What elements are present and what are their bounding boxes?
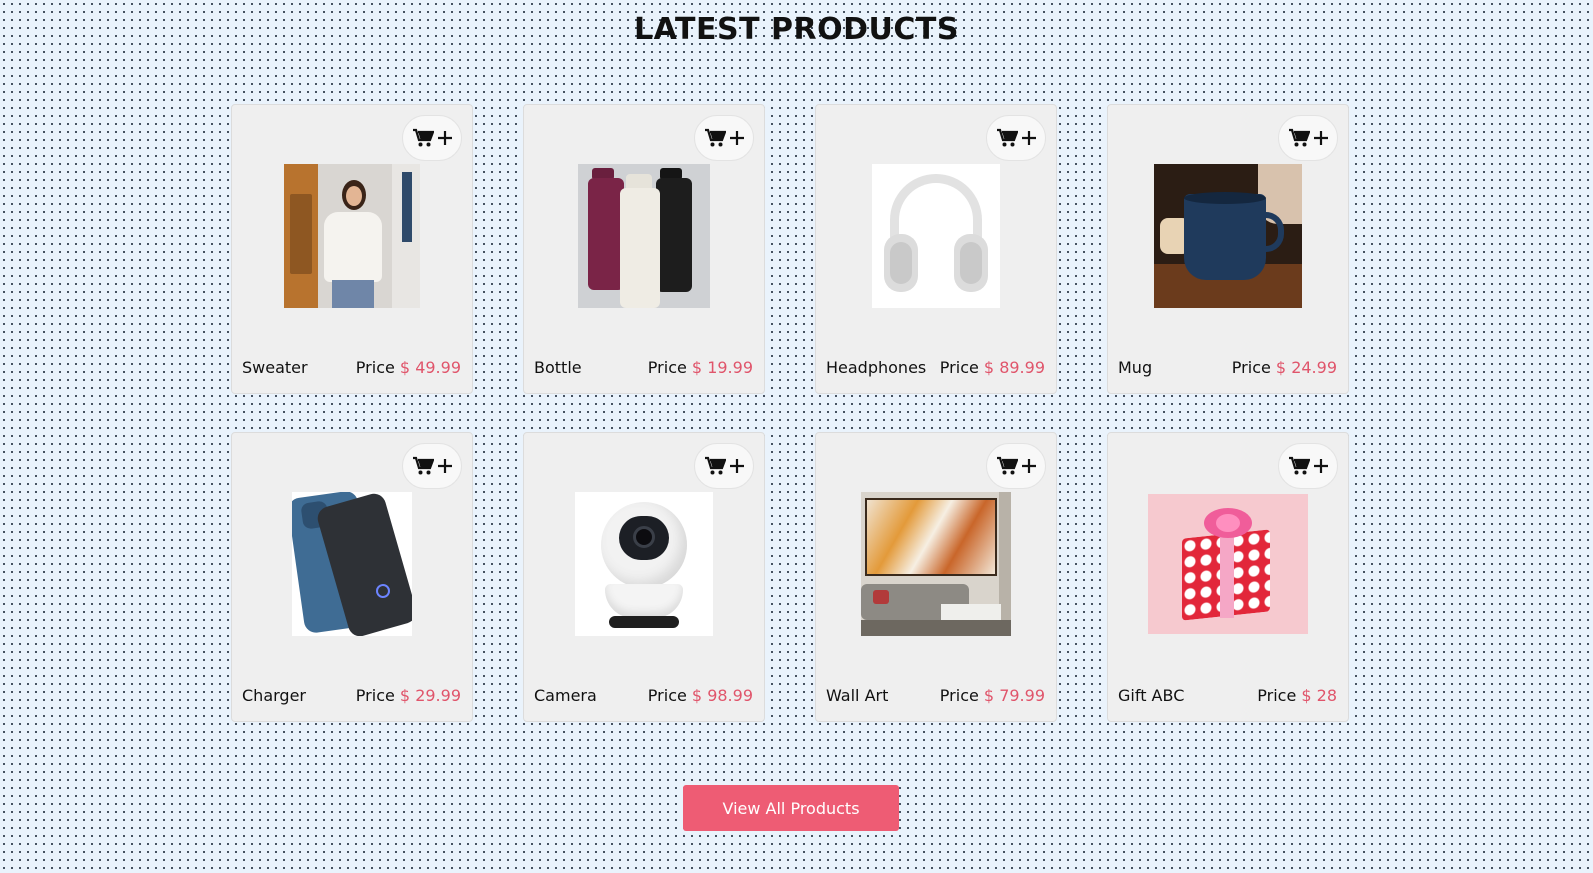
- product-price-group: Price $ 24.99: [1232, 358, 1337, 377]
- product-grid: Sweater Price $ 49.99 Bottle Price $ 19.…: [231, 104, 1351, 722]
- product-price-group: Price $ 89.99: [940, 358, 1045, 377]
- product-card: Wall Art Price $ 79.99: [815, 432, 1057, 722]
- product-price: $ 79.99: [983, 685, 1045, 705]
- mug-image[interactable]: [1154, 164, 1302, 308]
- product-price: $ 29.99: [399, 685, 461, 705]
- product-price-group: Price $ 79.99: [940, 686, 1045, 705]
- add-to-cart-button[interactable]: [402, 443, 462, 489]
- product-price: $ 24.99: [1275, 357, 1337, 377]
- product-price: $ 98.99: [691, 685, 753, 705]
- cart-icon: [412, 456, 434, 475]
- product-card: Mug Price $ 24.99: [1107, 104, 1349, 394]
- product-info: Mug Price $ 24.99: [1118, 355, 1337, 379]
- product-card: Gift ABC Price $ 28: [1107, 432, 1349, 722]
- product-image-container: [232, 163, 472, 309]
- product-card: Charger Price $ 29.99: [231, 432, 473, 722]
- cart-icon: [1288, 128, 1310, 147]
- plus-icon: [1313, 459, 1328, 473]
- cart-icon: [996, 456, 1018, 475]
- add-to-cart-button[interactable]: [694, 443, 754, 489]
- product-name[interactable]: Camera: [534, 686, 597, 705]
- gift-image[interactable]: [1148, 494, 1308, 634]
- product-image-container: [1108, 491, 1348, 637]
- plus-icon: [1021, 131, 1036, 145]
- view-all-products-button[interactable]: View All Products: [683, 785, 899, 831]
- product-image-container: [816, 163, 1056, 309]
- product-info: Camera Price $ 98.99: [534, 683, 753, 707]
- product-name[interactable]: Mug: [1118, 358, 1152, 377]
- product-card: Sweater Price $ 49.99: [231, 104, 473, 394]
- product-image-container: [1108, 163, 1348, 309]
- sweater-image[interactable]: [284, 164, 420, 308]
- product-info: Charger Price $ 29.99: [242, 683, 461, 707]
- product-info: Gift ABC Price $ 28: [1118, 683, 1337, 707]
- section-title: LATEST PRODUCTS: [634, 12, 959, 47]
- charger-image[interactable]: [292, 492, 412, 636]
- add-to-cart-button[interactable]: [1278, 115, 1338, 161]
- product-price-group: Price $ 98.99: [648, 686, 753, 705]
- product-image-container: [524, 163, 764, 309]
- price-label: Price: [939, 685, 979, 705]
- product-card: Headphones Price $ 89.99: [815, 104, 1057, 394]
- product-card: Camera Price $ 98.99: [523, 432, 765, 722]
- camera-image[interactable]: [575, 492, 713, 636]
- price-label: Price: [647, 357, 687, 377]
- plus-icon: [437, 131, 452, 145]
- product-image-container: [816, 491, 1056, 637]
- product-info: Headphones Price $ 89.99: [826, 355, 1045, 379]
- plus-icon: [1313, 131, 1328, 145]
- product-name[interactable]: Sweater: [242, 358, 308, 377]
- wall-art-image[interactable]: [861, 492, 1011, 636]
- cart-icon: [996, 128, 1018, 147]
- product-name[interactable]: Bottle: [534, 358, 582, 377]
- price-label: Price: [355, 357, 395, 377]
- add-to-cart-button[interactable]: [694, 115, 754, 161]
- price-label: Price: [939, 357, 979, 377]
- product-info: Sweater Price $ 49.99: [242, 355, 461, 379]
- cart-icon: [704, 456, 726, 475]
- headphones-image[interactable]: [872, 164, 1000, 308]
- product-image-container: [232, 491, 472, 637]
- product-price-group: Price $ 19.99: [648, 358, 753, 377]
- product-name[interactable]: Charger: [242, 686, 306, 705]
- product-price: $ 19.99: [691, 357, 753, 377]
- price-label: Price: [1257, 685, 1297, 705]
- product-name[interactable]: Gift ABC: [1118, 686, 1184, 705]
- plus-icon: [1021, 459, 1036, 473]
- add-to-cart-button[interactable]: [1278, 443, 1338, 489]
- plus-icon: [729, 131, 744, 145]
- product-info: Bottle Price $ 19.99: [534, 355, 753, 379]
- product-price-group: Price $ 28: [1257, 686, 1337, 705]
- product-price: $ 28: [1301, 685, 1337, 705]
- cart-icon: [704, 128, 726, 147]
- add-to-cart-button[interactable]: [986, 443, 1046, 489]
- product-image-container: [524, 491, 764, 637]
- product-card: Bottle Price $ 19.99: [523, 104, 765, 394]
- product-price: $ 89.99: [983, 357, 1045, 377]
- product-name[interactable]: Headphones: [826, 358, 926, 377]
- product-info: Wall Art Price $ 79.99: [826, 683, 1045, 707]
- product-name[interactable]: Wall Art: [826, 686, 888, 705]
- add-to-cart-button[interactable]: [402, 115, 462, 161]
- price-label: Price: [647, 685, 687, 705]
- price-label: Price: [355, 685, 395, 705]
- plus-icon: [437, 459, 452, 473]
- bottle-image[interactable]: [578, 164, 710, 308]
- price-label: Price: [1231, 357, 1271, 377]
- cart-icon: [412, 128, 434, 147]
- product-price-group: Price $ 49.99: [356, 358, 461, 377]
- product-price-group: Price $ 29.99: [356, 686, 461, 705]
- plus-icon: [729, 459, 744, 473]
- cart-icon: [1288, 456, 1310, 475]
- product-price: $ 49.99: [399, 357, 461, 377]
- add-to-cart-button[interactable]: [986, 115, 1046, 161]
